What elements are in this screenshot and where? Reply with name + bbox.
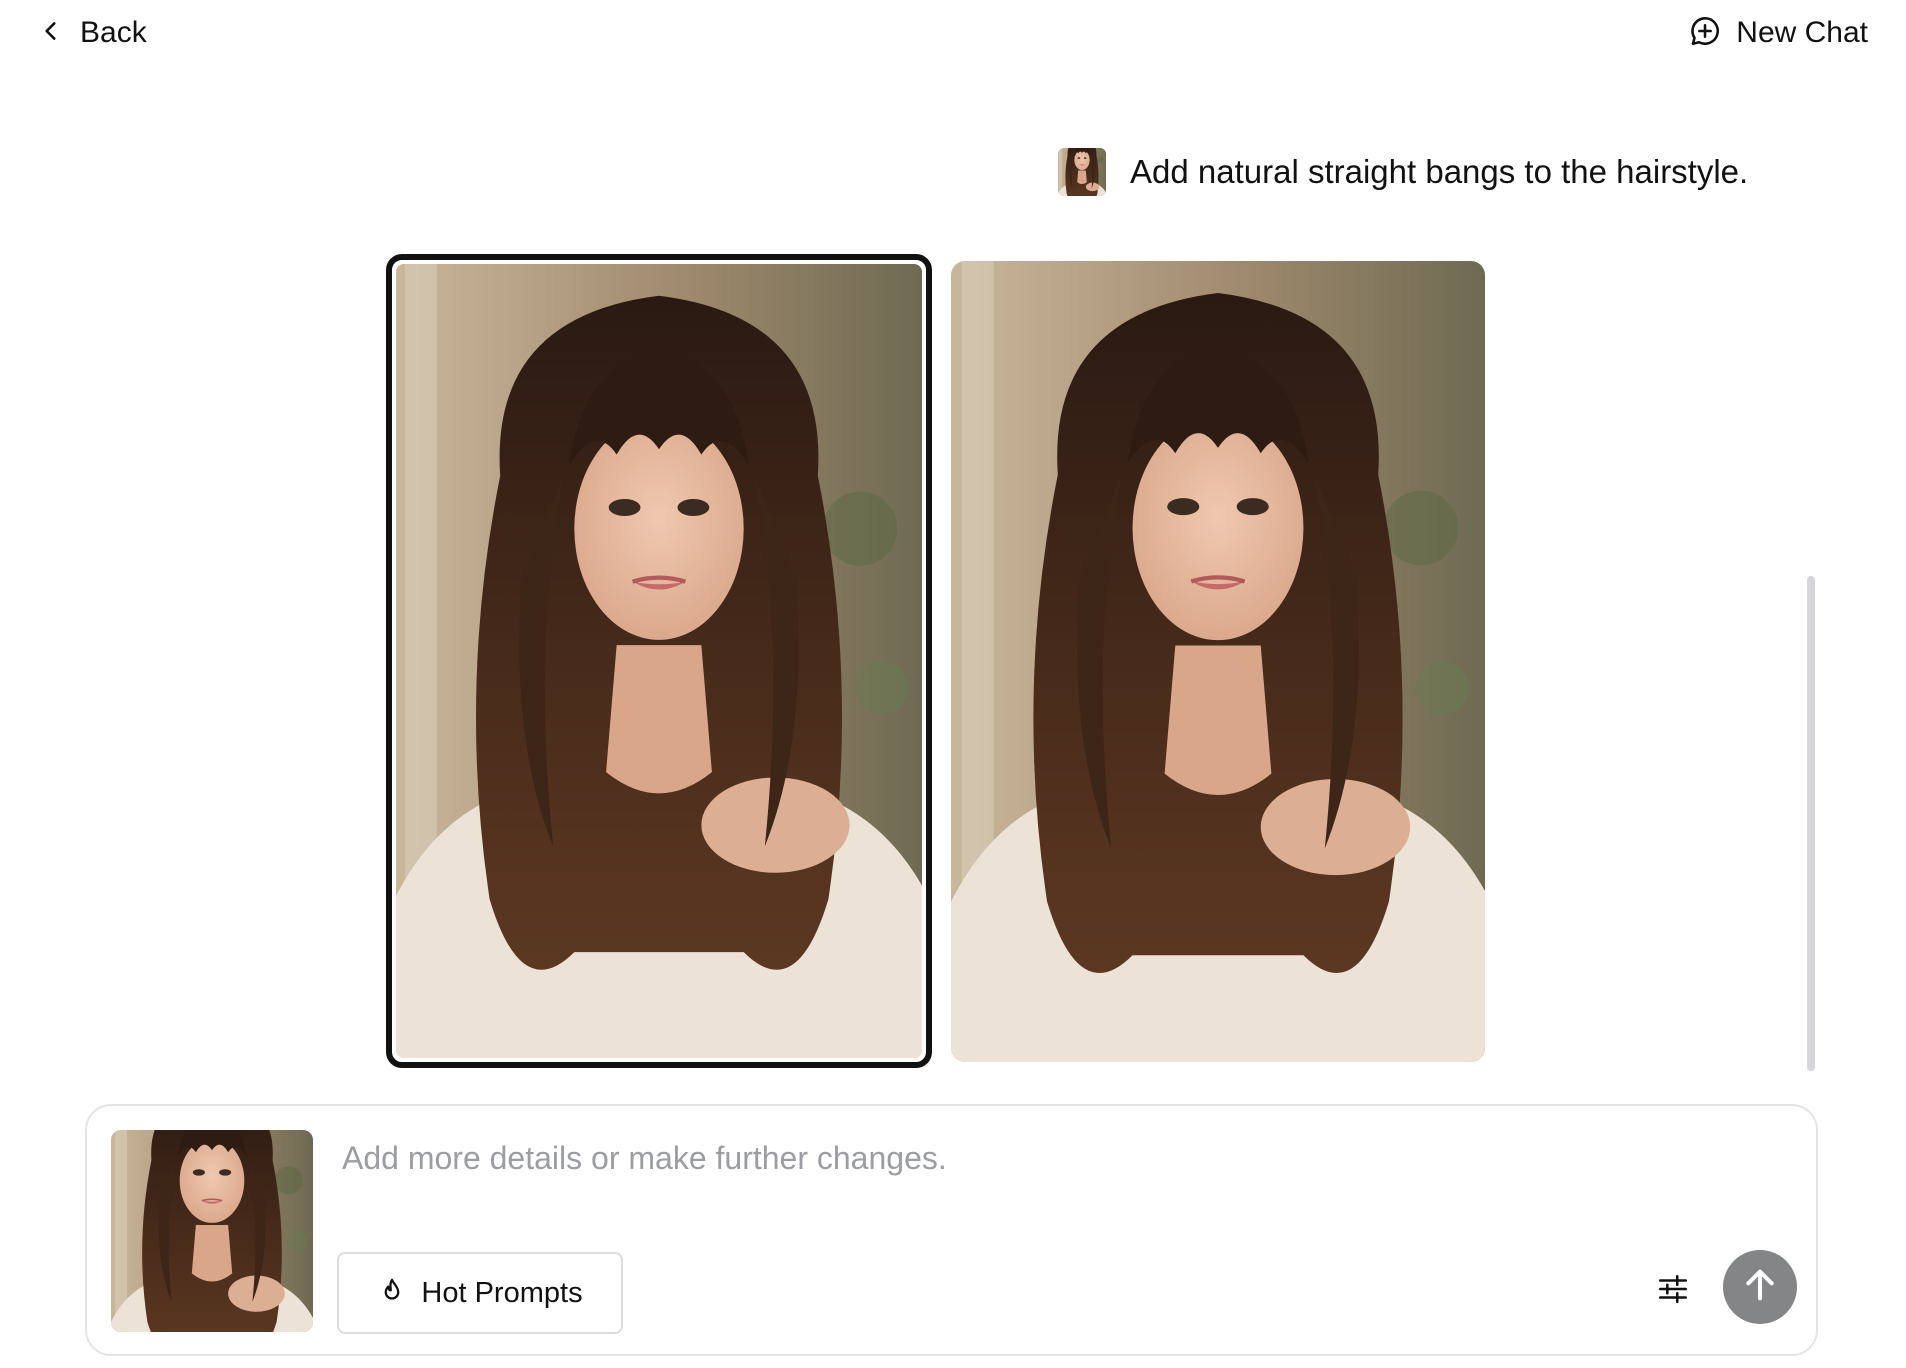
user-message: Add natural straight bangs to the hairst… [1058, 148, 1748, 196]
user-reference-thumbnail[interactable] [1058, 148, 1106, 196]
flame-icon [377, 1276, 407, 1311]
user-message-text: Add natural straight bangs to the hairst… [1130, 153, 1749, 190]
back-label: Back [80, 16, 147, 49]
portrait-image [396, 264, 922, 1058]
back-button[interactable]: Back [38, 12, 147, 54]
send-button[interactable] [1723, 1250, 1797, 1324]
result-image-1[interactable] [386, 254, 932, 1068]
sliders-icon [1656, 1272, 1690, 1311]
hot-prompts-label: Hot Prompts [421, 1276, 583, 1309]
new-chat-button[interactable]: New Chat [1688, 12, 1868, 54]
attached-image-thumbnail[interactable] [111, 1130, 313, 1332]
portrait-image [951, 261, 1485, 1062]
scrollbar-thumb[interactable] [1807, 576, 1815, 1071]
settings-button[interactable] [1648, 1266, 1698, 1316]
portrait-image [111, 1130, 313, 1332]
hot-prompts-button[interactable]: Hot Prompts [337, 1252, 623, 1334]
chat-plus-icon [1688, 14, 1722, 53]
result-image-2[interactable] [951, 261, 1485, 1062]
page: Back New Chat Add natural straight bangs… [0, 0, 1906, 1368]
prompt-input[interactable] [342, 1128, 1642, 1188]
chevron-left-icon [38, 18, 64, 49]
new-chat-label: New Chat [1736, 16, 1868, 49]
composer: Hot Prompts [85, 1104, 1818, 1356]
arrow-up-icon [1740, 1265, 1780, 1310]
